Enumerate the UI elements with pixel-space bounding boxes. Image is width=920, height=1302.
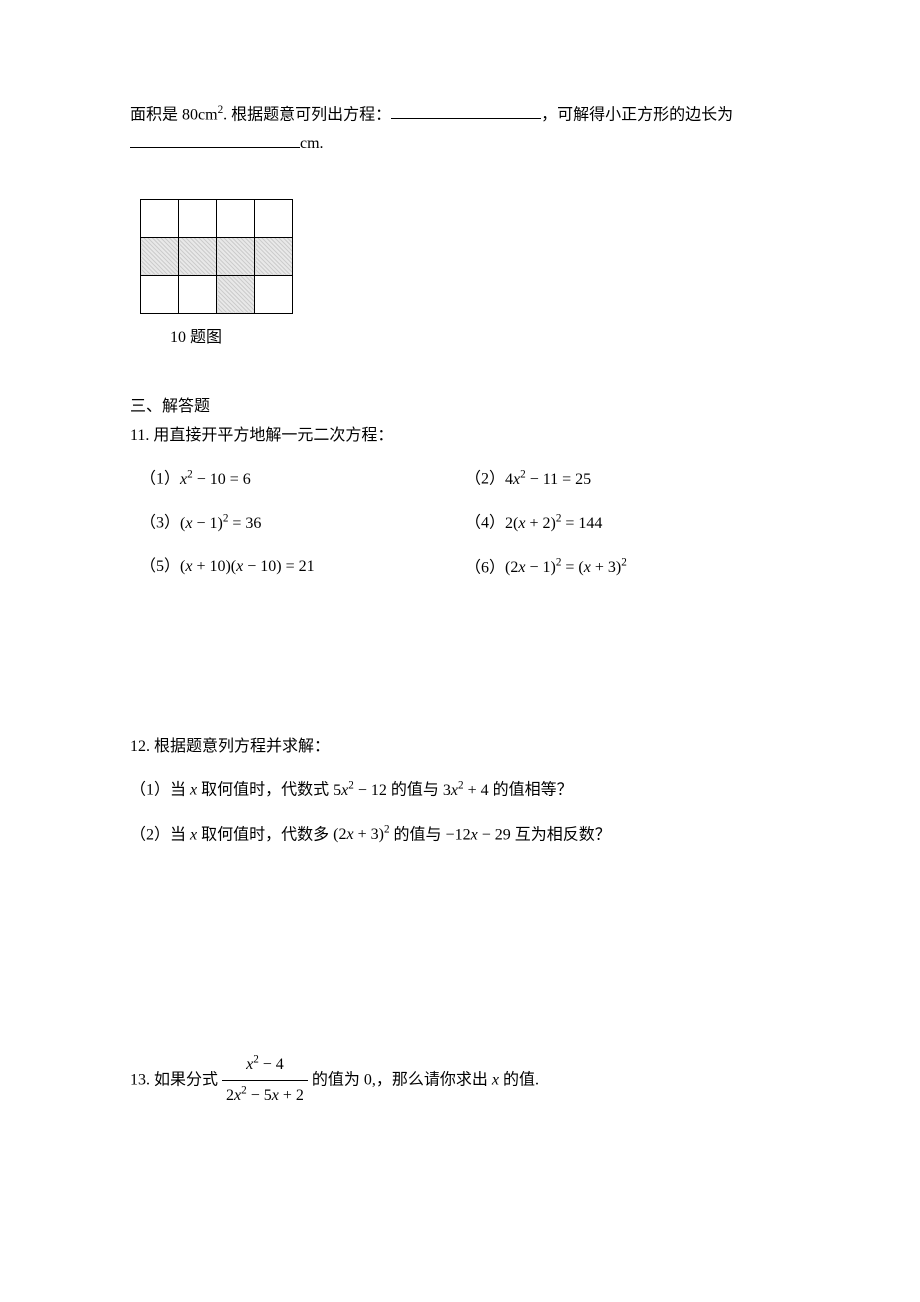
q11-p2: （2）4x2 − 11 = 25	[465, 464, 790, 494]
q12-p2-t1: 取何值时，代数多	[197, 826, 333, 843]
q12-p1-t3: 的值相等？	[489, 782, 573, 799]
q13: 13. 如果分式 x2 − 42x2 − 5x + 2 的值为 0,，那么请你求…	[130, 1050, 790, 1111]
q12-p1: （1）当 x 取何值时，代数式 5x2 − 12 的值与 3x2 + 4 的值相…	[130, 775, 790, 805]
workspace-q12	[130, 850, 790, 1050]
q12-p2-label: （2）当	[130, 826, 190, 843]
q11-p3-label: （3）	[140, 515, 180, 532]
blank-equation	[391, 102, 541, 119]
q10-text-pre: 面积是 80cm	[130, 106, 218, 123]
q12-p2: （2）当 x 取何值时，代数多 (2x + 3)2 的值与 −12x − 29 …	[130, 820, 790, 850]
q11-p4-label: （4）	[465, 515, 505, 532]
q12-p1-t1: 取何值时，代数式	[197, 782, 333, 799]
q10-tail: ，可解得小正方形的边长为	[541, 106, 733, 123]
q13-pre: 13. 如果分式	[130, 1071, 222, 1088]
q11-row-2: （3）(x − 1)2 = 36 （4）2(x + 2)2 = 144	[140, 508, 790, 538]
q11-p6-label: （6）	[465, 559, 505, 576]
q10-unit: cm.	[300, 135, 324, 152]
q11-p2-label: （2）	[465, 471, 505, 488]
workspace-q11	[130, 593, 790, 733]
blank-side-length	[130, 131, 300, 148]
q12-p1-t2: 的值与	[387, 782, 443, 799]
q10-figure	[140, 199, 790, 314]
q11-p6: （6）(2x − 1)2 = (x + 3)2	[465, 553, 790, 583]
q13-fraction: x2 − 42x2 − 5x + 2	[222, 1050, 308, 1111]
q12-p2-t3: 互为相反数？	[511, 826, 611, 843]
q12-prompt: 12. 根据题意列方程并求解：	[130, 733, 790, 762]
q11-p4: （4）2(x + 2)2 = 144	[465, 508, 790, 538]
q13-tail: 的值.	[499, 1071, 539, 1088]
q10-continuation: 面积是 80cm2. 根据题意可列出方程：，可解得小正方形的边长为 cm.	[130, 100, 790, 159]
q12-p1-label: （1）当	[130, 782, 190, 799]
q11-row-3: （5）(x + 10)(x − 10) = 21 （6）(2x − 1)2 = …	[140, 553, 790, 583]
q13-mid: 的值为 0,，那么请你求出	[308, 1071, 492, 1088]
q12-p2-t2: 的值与	[390, 826, 446, 843]
q11-p5-label: （5）	[140, 558, 180, 575]
q10-caption: 10 题图	[170, 324, 790, 353]
q11-prompt: 11. 用直接开平方地解一元二次方程：	[130, 422, 790, 451]
q11-p5: （5）(x + 10)(x − 10) = 21	[140, 553, 465, 583]
q11-row-1: （1）x2 − 10 = 6 （2）4x2 − 11 = 25	[140, 464, 790, 494]
grid-4x3	[140, 199, 293, 314]
q10-text-post: . 根据题意可列出方程：	[223, 106, 391, 123]
section-3-header: 三、解答题	[130, 393, 790, 422]
q11-p1-label: （1）	[140, 471, 180, 488]
q11-p3: （3）(x − 1)2 = 36	[140, 508, 465, 538]
q11-p1: （1）x2 − 10 = 6	[140, 464, 465, 494]
